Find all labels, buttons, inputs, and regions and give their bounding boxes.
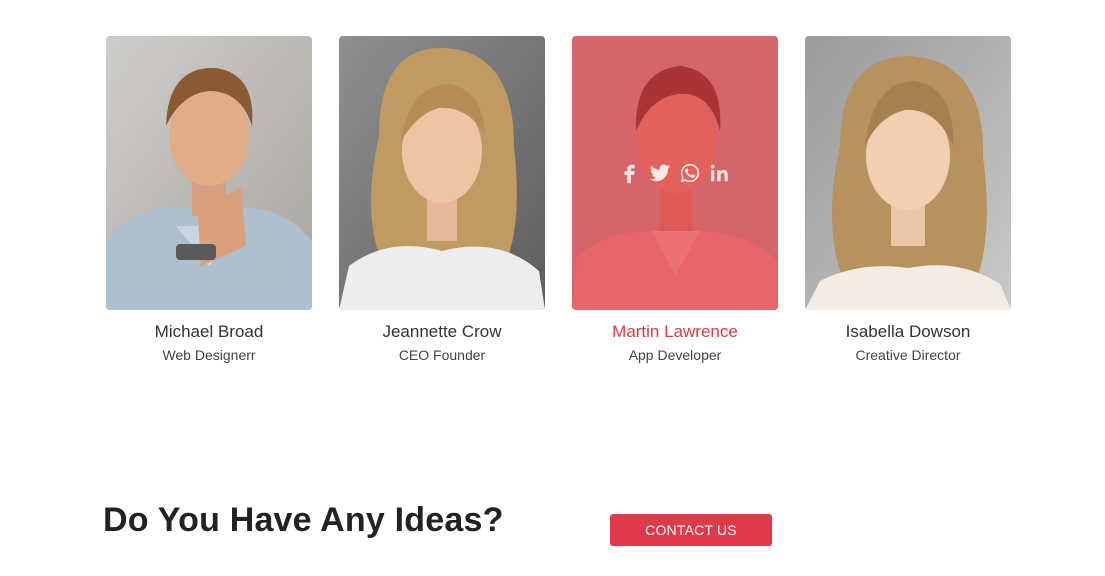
facebook-icon[interactable] [618, 161, 642, 185]
member-photo[interactable] [106, 36, 312, 310]
member-role: App Developer [628, 347, 722, 363]
team-member-card: Isabella Dowson Creative Director [805, 36, 1011, 364]
member-role: Creative Director [855, 347, 961, 363]
member-name: Michael Broad [154, 322, 264, 341]
portrait-image [805, 36, 1011, 310]
team-member-card: Michael Broad Web Designerr [106, 36, 312, 364]
page: Michael Broad Web Designerr Jeannette Cr… [0, 0, 1105, 576]
member-role: CEO Founder [398, 347, 486, 363]
member-photo[interactable] [339, 36, 545, 310]
twitter-icon[interactable] [648, 161, 672, 185]
team-member-card: Jeannette Crow CEO Founder [339, 36, 545, 364]
contact-us-button[interactable]: CONTACT US [610, 514, 772, 546]
social-overlay [572, 36, 778, 310]
member-photo[interactable] [805, 36, 1011, 310]
portrait-image [106, 36, 312, 310]
linkedin-icon[interactable] [708, 161, 732, 185]
member-role: Web Designerr [162, 347, 256, 363]
portrait-image [339, 36, 545, 310]
cta-heading: Do You Have Any Ideas? [103, 501, 504, 539]
team-grid: Michael Broad Web Designerr Jeannette Cr… [106, 36, 1011, 364]
team-member-card: Martin Lawrence App Developer [572, 36, 778, 364]
member-name: Martin Lawrence [612, 322, 738, 341]
member-name: Jeannette Crow [382, 322, 502, 341]
member-name: Isabella Dowson [845, 322, 971, 341]
whatsapp-icon[interactable] [678, 161, 702, 185]
member-photo[interactable] [572, 36, 778, 310]
